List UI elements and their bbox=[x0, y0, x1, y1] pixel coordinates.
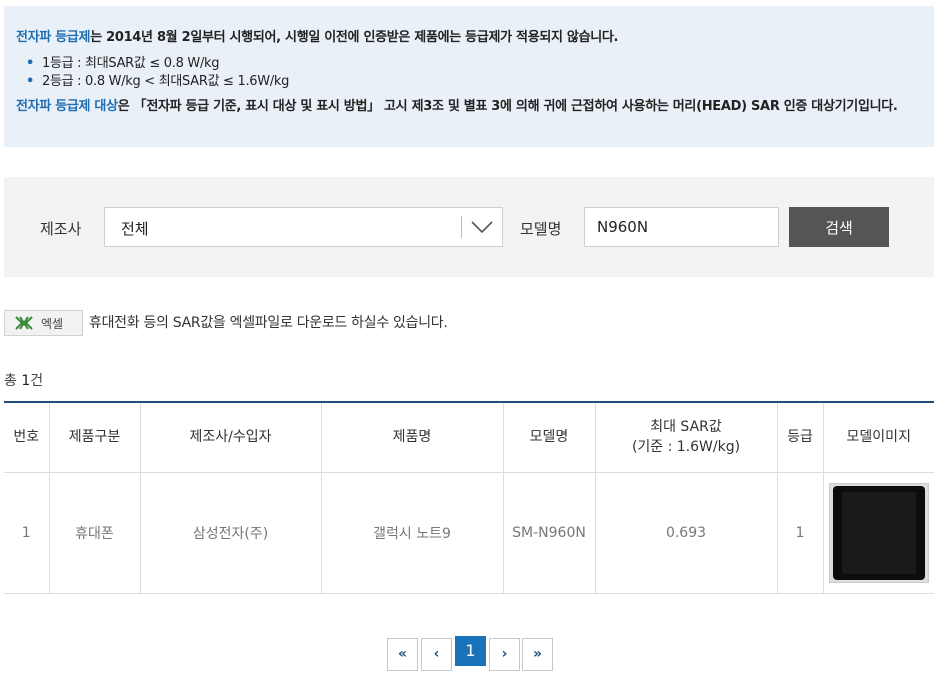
info-line-2: 전자파 등급제 대상은 「전자파 등급 기준, 표시 대상 및 표시 방법」 고… bbox=[16, 97, 922, 117]
col-header-maker: 제조사/수입자 bbox=[140, 401, 322, 473]
table-row[interactable]: 1 휴대폰 삼성전자(주) 갤럭시 노트9 SM-N960N 0.693 1 bbox=[4, 472, 934, 594]
model-image[interactable] bbox=[828, 482, 929, 583]
phone-display bbox=[841, 491, 916, 574]
maker-select-value: 전체 bbox=[121, 220, 149, 238]
grade-bullet-1: • 1등급 : 최대SAR값 ≤ 0.8 W/kg bbox=[26, 56, 220, 71]
col-header-grade: 등급 bbox=[777, 401, 824, 473]
col-header-model: 모델명 bbox=[503, 401, 596, 473]
grade-bullet-list: • 1등급 : 최대SAR값 ≤ 0.8 W/kg • 2등급 : 0.8 W/kg… bbox=[26, 55, 922, 91]
total-count-value: 1 bbox=[21, 373, 31, 389]
col-header-image: 모델이미지 bbox=[823, 401, 934, 473]
info-line-2-text: 은 「전자파 등급 기준, 표시 대상 및 표시 방법」 고시 제3조 및 별표… bbox=[117, 99, 898, 114]
cell-model: SM-N960N bbox=[503, 472, 596, 594]
maker-select[interactable]: 전체 bbox=[104, 207, 503, 247]
bullet-dot: • bbox=[26, 56, 35, 71]
page-last-button[interactable]: » bbox=[522, 638, 553, 671]
info-term-grade-system: 전자파 등급제 bbox=[16, 30, 91, 45]
search-button[interactable]: 검색 bbox=[789, 207, 889, 247]
sar-results-table: 번호 제품구분 제조사/수입자 제품명 모델명 최대 SAR값 (기준 : 1.6… bbox=[4, 401, 934, 594]
page-current-button[interactable]: 1 bbox=[455, 636, 486, 666]
excel-download-button[interactable]: 엑셀 bbox=[4, 310, 83, 336]
page-first-button[interactable]: « bbox=[387, 638, 418, 671]
cell-image bbox=[823, 472, 934, 594]
page-next-button[interactable]: › bbox=[489, 638, 520, 671]
col-header-category: 제품구분 bbox=[49, 401, 141, 473]
bullet-dot: • bbox=[26, 74, 35, 89]
page-prev-button[interactable]: ‹ bbox=[421, 638, 452, 671]
chevron-down-icon[interactable] bbox=[470, 217, 494, 237]
info-line-1: 전자파 등급제는 2014년 8월 2일부터 시행되어, 시행일 이전에 인증받… bbox=[16, 28, 922, 48]
col-header-sar: 최대 SAR값 (기준 : 1.6W/kg) bbox=[595, 401, 778, 473]
select-divider bbox=[461, 216, 462, 238]
col-header-no: 번호 bbox=[4, 401, 50, 473]
table-header-row: 번호 제품구분 제조사/수입자 제품명 모델명 최대 SAR값 (기준 : 1.6… bbox=[4, 401, 934, 473]
excel-icon bbox=[15, 316, 33, 330]
total-count: 총 1건 bbox=[4, 373, 44, 389]
cell-product: 갤럭시 노트9 bbox=[321, 472, 504, 594]
cell-sar: 0.693 bbox=[595, 472, 778, 594]
cell-maker: 삼성전자(주) bbox=[140, 472, 322, 594]
excel-description: 휴대전화 등의 SAR값을 엑셀파일로 다운로드 하실수 있습니다. bbox=[89, 315, 448, 331]
cell-grade: 1 bbox=[777, 472, 824, 594]
model-search-input[interactable] bbox=[584, 207, 779, 247]
model-label: 모델명 bbox=[520, 220, 562, 238]
maker-label: 제조사 bbox=[40, 220, 82, 238]
grade-info-box: 전자파 등급제는 2014년 8월 2일부터 시행되어, 시행일 이전에 인증받… bbox=[4, 6, 934, 147]
excel-button-label: 엑셀 bbox=[41, 317, 64, 331]
info-line-1-text: 는 2014년 8월 2일부터 시행되어, 시행일 이전에 인증받은 제품에는 … bbox=[90, 30, 619, 45]
cell-category: 휴대폰 bbox=[49, 472, 141, 594]
info-term-target: 전자파 등급제 대상 bbox=[16, 99, 118, 114]
col-header-product: 제품명 bbox=[321, 401, 504, 473]
cell-no: 1 bbox=[4, 472, 50, 594]
search-panel: 제조사 전체 모델명 검색 bbox=[4, 177, 934, 277]
grade-bullet-2: • 2등급 : 0.8 W/kg < 최대SAR값 ≤ 1.6W/kg bbox=[26, 74, 290, 89]
